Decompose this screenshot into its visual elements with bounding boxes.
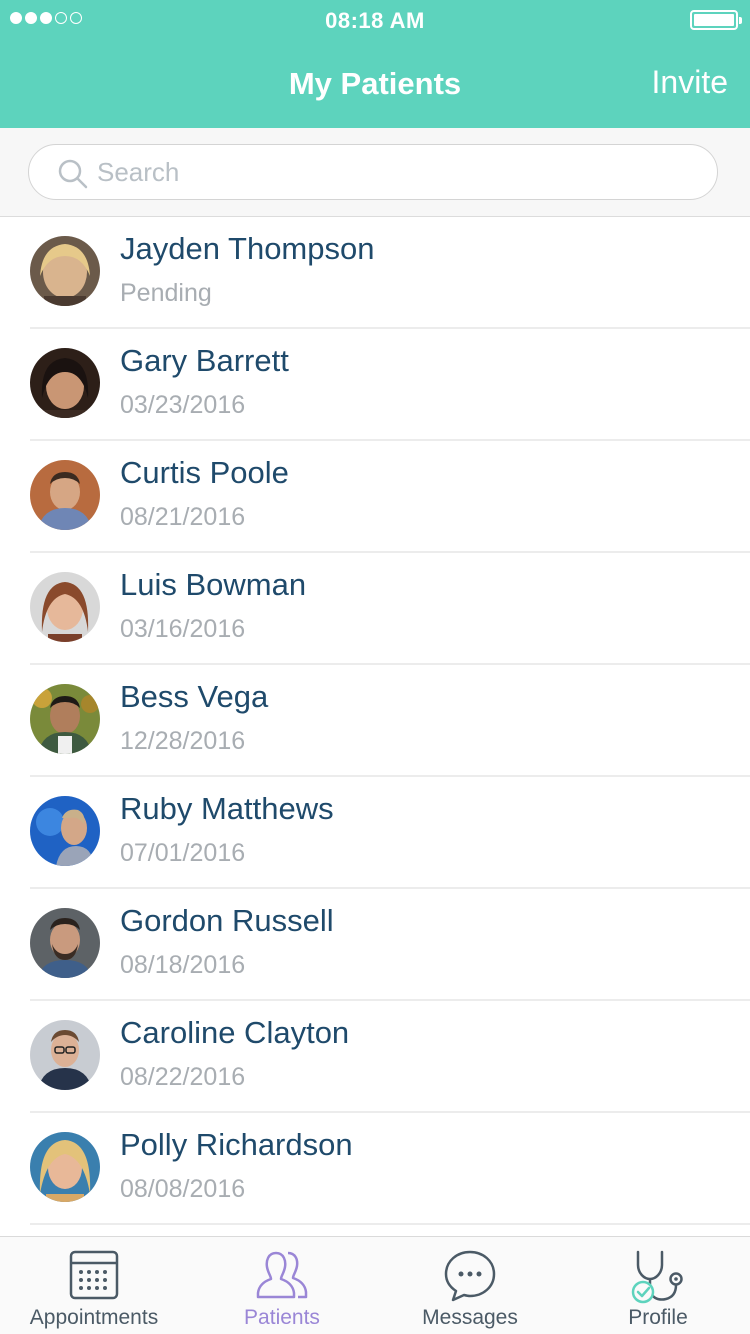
tab-profile[interactable]: Profile — [564, 1237, 750, 1334]
page-title: My Patients — [288, 66, 462, 101]
patient-date: 08/21/2016 — [120, 503, 246, 531]
patient-row[interactable]: Caroline Clayton 08/22/2016 — [30, 1001, 750, 1113]
patient-date: 03/16/2016 — [120, 615, 246, 643]
avatar — [30, 460, 100, 530]
avatar — [30, 908, 100, 978]
invite-button[interactable]: Invite — [652, 64, 728, 101]
tab-appointments[interactable]: Appointments — [0, 1237, 188, 1334]
tab-bar: Appointments Patients Messages Profile — [0, 1236, 750, 1334]
status-bar: 08:18 AM — [0, 0, 750, 40]
patients-icon — [256, 1251, 308, 1299]
tab-label: Messages — [422, 1306, 518, 1329]
search-icon — [58, 159, 88, 189]
avatar — [30, 684, 100, 754]
search-field[interactable] — [28, 144, 718, 200]
search-input[interactable] — [97, 145, 697, 199]
app-header: 08:18 AM My Patients Invite — [0, 0, 750, 128]
patient-name: Polly Richardson — [120, 1127, 353, 1162]
patient-name: Caroline Clayton — [120, 1015, 350, 1050]
avatar — [30, 348, 100, 418]
patient-date: 12/28/2016 — [120, 727, 246, 755]
patient-row[interactable]: Bess Vega 12/28/2016 — [30, 665, 750, 777]
tab-patients[interactable]: Patients — [188, 1237, 376, 1334]
patient-date: 08/22/2016 — [120, 1063, 246, 1091]
avatar — [30, 1020, 100, 1090]
tab-label: Appointments — [29, 1306, 159, 1329]
patient-date: 03/23/2016 — [120, 391, 246, 419]
patient-row[interactable]: Polly Richardson 08/08/2016 — [30, 1113, 750, 1225]
patient-name: Luis Bowman — [120, 567, 307, 602]
patient-row[interactable]: Curtis Poole 08/21/2016 — [30, 441, 750, 553]
patient-name: Jayden Thompson — [120, 231, 375, 266]
tab-label: Profile — [628, 1306, 688, 1329]
patient-name: Gordon Russell — [120, 903, 334, 938]
patient-name: Ruby Matthews — [120, 791, 334, 826]
avatar — [30, 796, 100, 866]
patient-name: Curtis Poole — [120, 455, 289, 490]
status-time: 08:18 AM — [325, 8, 425, 33]
patient-date: 08/18/2016 — [120, 951, 246, 979]
patient-row[interactable]: Jayden Thompson Pending — [30, 217, 750, 329]
patient-row[interactable]: Luis Bowman 03/16/2016 — [30, 553, 750, 665]
chat-bubble-icon — [444, 1250, 496, 1302]
patient-row[interactable]: Ruby Matthews 07/01/2016 — [30, 777, 750, 889]
stethoscope-icon — [631, 1250, 683, 1304]
search-bar — [0, 128, 750, 217]
tab-messages[interactable]: Messages — [376, 1237, 564, 1334]
patient-row[interactable]: Gordon Russell 08/18/2016 — [30, 889, 750, 1001]
patient-status: Pending — [120, 279, 212, 307]
patient-name: Gary Barrett — [120, 343, 289, 378]
patient-date: 08/08/2016 — [120, 1175, 246, 1203]
avatar — [30, 236, 100, 306]
avatar — [30, 572, 100, 642]
patient-date: 07/01/2016 — [120, 839, 246, 867]
patient-list: Jayden Thompson Pending Gary Barrett 03/… — [0, 217, 750, 1225]
patient-row[interactable]: Gary Barrett 03/23/2016 — [30, 329, 750, 441]
battery-icon — [690, 10, 742, 30]
calendar-icon — [69, 1250, 119, 1300]
avatar — [30, 1132, 100, 1202]
patient-name: Bess Vega — [120, 679, 269, 714]
tab-label: Patients — [244, 1306, 320, 1329]
